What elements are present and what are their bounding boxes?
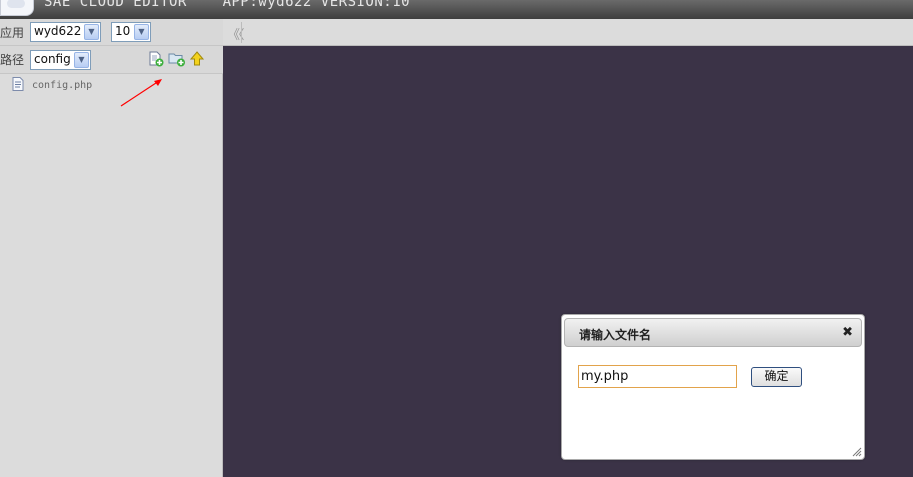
version-select-value: 10 — [115, 24, 131, 38]
annotation-arrow — [120, 79, 162, 107]
chevron-down-icon: ▼ — [134, 24, 149, 40]
title-bar: SAE CLOUD EDITOR APP:wyd622 VERSION:10 — [0, 0, 913, 19]
dialog-header[interactable]: 请输入文件名 ✖ — [564, 318, 862, 347]
app-row: 应用 wyd622 ▼ 10 ▼ — [0, 19, 223, 46]
filename-input[interactable] — [578, 365, 737, 388]
file-add-icon[interactable] — [148, 51, 164, 67]
php-file-icon — [12, 76, 24, 94]
window-title: SAE CLOUD EDITOR APP:wyd622 VERSION:10 — [44, 0, 411, 10]
path-row: 路径 config ▼ — [0, 46, 223, 74]
divider — [241, 22, 242, 43]
resize-handle-icon[interactable] — [852, 447, 862, 457]
path-label: 路径 — [0, 53, 25, 67]
file-item-config[interactable]: config.php — [12, 76, 93, 94]
arrow-up-icon[interactable] — [190, 51, 206, 67]
chevron-down-icon: ▼ — [74, 52, 89, 68]
app-select-value: wyd622 — [34, 24, 82, 38]
close-icon[interactable]: ✖ — [842, 325, 853, 340]
editor-tab-bar: 《〈 — [223, 19, 913, 46]
chevron-down-icon: ▼ — [84, 24, 99, 40]
file-name: config.php — [32, 79, 93, 91]
new-file-dialog: 请输入文件名 ✖ 确定 — [561, 314, 865, 460]
file-sidebar: 应用 wyd622 ▼ 10 ▼ 路径 config ▼ config.php — [0, 19, 223, 477]
ok-button[interactable]: 确定 — [751, 367, 802, 387]
dialog-title: 请输入文件名 — [579, 328, 652, 342]
app-label: 应用 — [0, 26, 25, 40]
sae-logo — [0, 0, 34, 16]
app-select[interactable]: wyd622 ▼ — [30, 22, 101, 42]
path-select[interactable]: config ▼ — [30, 50, 91, 70]
version-select[interactable]: 10 ▼ — [111, 22, 151, 42]
path-select-value: config — [34, 52, 71, 66]
folder-add-icon[interactable] — [168, 51, 185, 67]
